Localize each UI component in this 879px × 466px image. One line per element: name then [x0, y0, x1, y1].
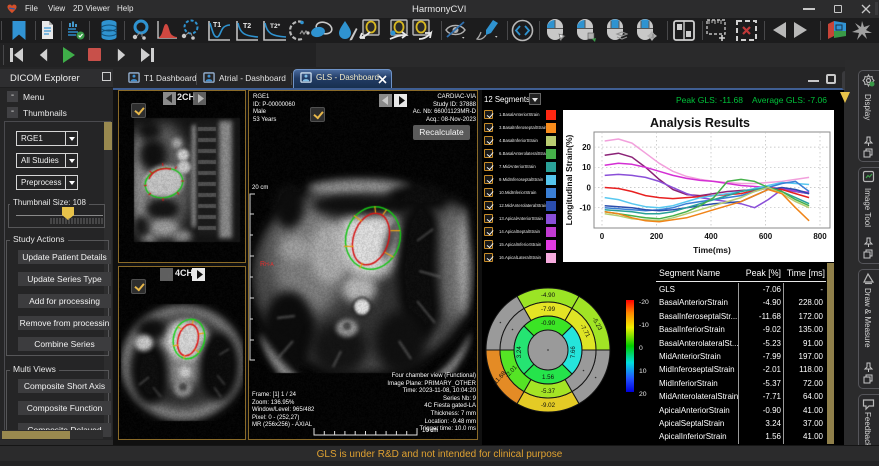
- svg-text:0: 0: [587, 183, 592, 192]
- svg-text:T2: T2: [243, 23, 251, 30]
- svg-text:-20: -20: [639, 299, 649, 306]
- svg-text:Time(ms): Time(ms): [693, 245, 731, 255]
- svg-text:3.24: 3.24: [516, 346, 523, 359]
- svg-text:T2*: T2*: [270, 23, 281, 30]
- svg-text:0: 0: [639, 345, 643, 352]
- svg-text:1.56: 1.56: [542, 374, 555, 381]
- svg-text:Analysis Results: Analysis Results: [650, 116, 750, 130]
- svg-text:-10: -10: [639, 322, 649, 329]
- svg-text:10: 10: [639, 368, 647, 375]
- svg-text:T1: T1: [213, 22, 221, 29]
- svg-text:-4.90: -4.90: [541, 292, 556, 299]
- svg-text:800: 800: [813, 232, 827, 241]
- svg-text:10: 10: [582, 163, 591, 172]
- svg-text:-5.37: -5.37: [541, 388, 556, 395]
- svg-text:-0.90: -0.90: [541, 320, 556, 327]
- svg-text:600: 600: [759, 232, 773, 241]
- svg-text:7.66: 7.66: [570, 346, 577, 359]
- svg-text:400: 400: [704, 232, 718, 241]
- svg-text:-7.99: -7.99: [541, 306, 556, 313]
- svg-text:20: 20: [639, 391, 647, 398]
- svg-text:20: 20: [582, 143, 591, 152]
- svg-text:-9.02: -9.02: [541, 402, 556, 409]
- svg-text:-10: -10: [579, 204, 591, 213]
- svg-text:200: 200: [650, 232, 664, 241]
- svg-text:0: 0: [600, 232, 605, 241]
- svg-text:Longitudinal Strain(%): Longitudinal Strain(%): [564, 135, 574, 226]
